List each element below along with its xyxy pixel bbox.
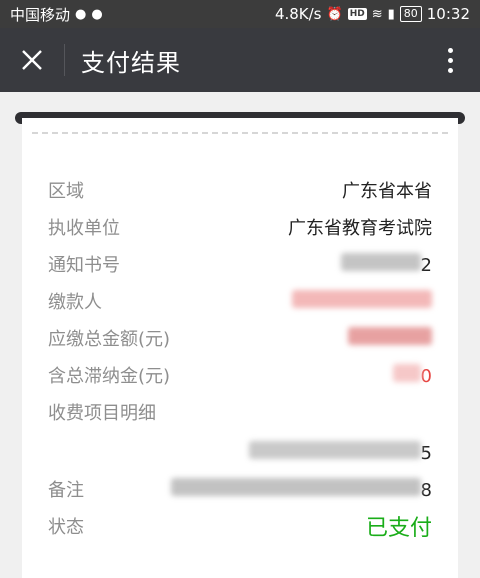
redacted-blur [170, 477, 421, 496]
status-label: 状态 [48, 517, 84, 538]
collector-value: 广东省教育考试院 [288, 218, 432, 239]
items-detail-label: 收费项目明细 [48, 403, 156, 424]
row-status: 状态 已支付 [48, 508, 432, 544]
page-title: 支付结果 [81, 48, 181, 77]
total-amount-value [348, 326, 432, 350]
row-collector: 执收单位 广东省教育考试院 [48, 209, 432, 245]
status-badge: 已支付 [365, 516, 432, 541]
row-items-detail-value: 5 [48, 434, 432, 470]
row-notice-number: 通知书号 2 [48, 246, 432, 282]
remark-label: 备注 [48, 480, 84, 501]
message-notification-icon: ● [91, 6, 103, 22]
region-label: 区域 [48, 181, 84, 202]
dashed-separator [32, 132, 448, 134]
hd-icon: HD [347, 8, 367, 20]
region-value: 广东省本省 [342, 181, 432, 202]
redacted-blur [348, 326, 432, 345]
total-amount-label: 应缴总金额(元) [48, 329, 171, 350]
close-button[interactable] [0, 28, 64, 92]
wechat-notification-icon: ● [75, 6, 87, 22]
nav-divider [64, 44, 65, 76]
notice-number-label: 通知书号 [48, 255, 120, 276]
alarm-icon: ⏰ [326, 6, 343, 22]
battery-indicator: 80 [399, 6, 422, 22]
notice-number-value: 2 [340, 252, 432, 276]
items-detail-value: 5 [248, 440, 432, 464]
clock: 10:32 [426, 5, 470, 23]
remark-value: 8 [170, 477, 432, 501]
nav-bar: 支付结果 [0, 28, 480, 92]
payer-value [292, 289, 432, 313]
wifi-icon: ≋ [371, 6, 383, 22]
redacted-blur [392, 363, 421, 382]
redacted-blur [292, 289, 432, 308]
more-options-button[interactable] [438, 40, 462, 80]
late-fee-label: 含总滞纳金(元) [48, 366, 171, 387]
redacted-blur [340, 252, 421, 271]
close-icon [22, 50, 42, 70]
row-payer: 缴款人 [48, 283, 432, 319]
carrier-label: 中国移动 [10, 5, 71, 24]
collector-label: 执收单位 [48, 218, 120, 239]
row-total-amount: 应缴总金额(元) [48, 320, 432, 356]
row-region: 区域 广东省本省 [48, 172, 432, 208]
payer-label: 缴款人 [48, 292, 102, 313]
network-speed: 4.8K/s [274, 5, 322, 23]
late-fee-value: 0 [392, 363, 432, 387]
row-remark: 备注 8 [48, 471, 432, 507]
payment-result-card: 区域 广东省本省 执收单位 广东省教育考试院 通知书号 2 缴款人 应缴总金额(… [22, 118, 458, 578]
more-vertical-icon [447, 47, 453, 53]
row-late-fee: 含总滞纳金(元) 0 [48, 357, 432, 393]
status-bar: 中国移动 ● ● 4.8K/s ⏰ HD ≋ ▮ 80 10:32 [0, 0, 480, 28]
row-items-detail: 收费项目明细 [48, 394, 432, 430]
redacted-blur [248, 440, 421, 459]
signal-icon: ▮ [387, 6, 395, 22]
